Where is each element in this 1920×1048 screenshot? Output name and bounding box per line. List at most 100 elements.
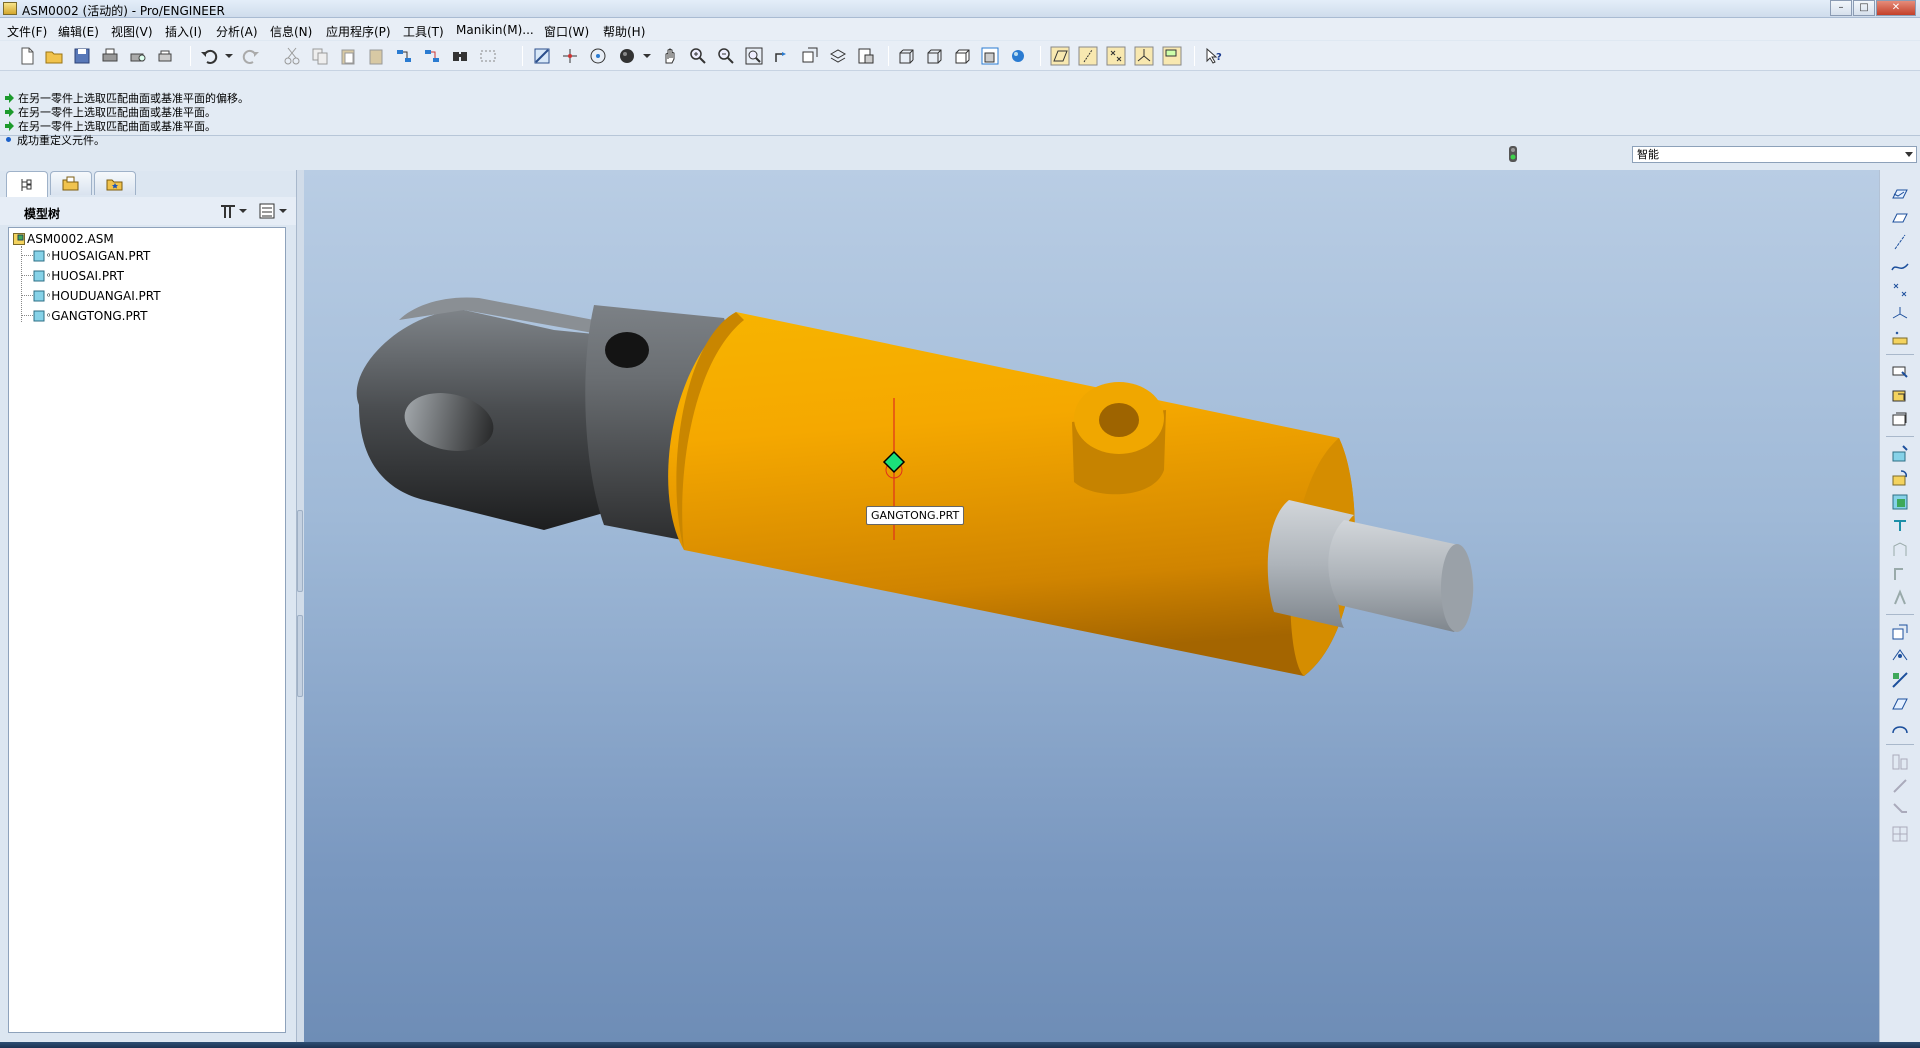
extend-tool-icon[interactable]: [1890, 800, 1910, 820]
shading-icon[interactable]: [618, 46, 638, 66]
copy-icon[interactable]: [310, 46, 330, 66]
csys-display-icon[interactable]: [1134, 46, 1154, 66]
assemble-component-icon[interactable]: [1890, 362, 1910, 382]
shaded-view-icon[interactable]: [980, 46, 1000, 66]
no-hidden-icon[interactable]: [952, 46, 972, 66]
datum-plane-icon[interactable]: [1890, 208, 1910, 228]
context-help-icon[interactable]: ?: [1204, 46, 1224, 66]
tree-item[interactable]: ⁰ GANGTONG.PRT: [33, 308, 147, 324]
spin-center-icon[interactable]: [588, 46, 608, 66]
menu-tools[interactable]: 工具(T): [403, 23, 444, 40]
menu-window[interactable]: 窗口(W): [544, 23, 589, 40]
cut-icon[interactable]: [282, 46, 302, 66]
regenerate-icon[interactable]: [394, 46, 414, 66]
hole-tool-icon[interactable]: [1890, 516, 1910, 536]
offset-tool-icon[interactable]: [1890, 718, 1910, 738]
sketch-icon[interactable]: [532, 46, 552, 66]
view-manager-icon[interactable]: [856, 46, 876, 66]
shading-dropdown-icon[interactable]: [638, 46, 658, 66]
datum-axis-icon[interactable]: [560, 46, 580, 66]
assembly-model[interactable]: [304, 170, 1879, 1042]
refit-icon[interactable]: [744, 46, 764, 66]
tab-folder-browser[interactable]: [50, 171, 92, 195]
revolve-tool-icon[interactable]: [1890, 468, 1910, 488]
tab-favorites[interactable]: [94, 171, 136, 195]
menu-info[interactable]: 信息(N): [270, 23, 312, 40]
layers-icon[interactable]: [828, 46, 848, 66]
piston-rod-end[interactable]: [1441, 544, 1473, 632]
tree-root[interactable]: ASM0002.ASM: [13, 231, 114, 247]
tree-item[interactable]: ⁰ HUOSAIGAN.PRT: [33, 248, 150, 264]
undo-icon[interactable]: [199, 46, 219, 66]
print-preview-icon[interactable]: [128, 46, 148, 66]
datum-plane-display-icon[interactable]: [1050, 46, 1070, 66]
save-icon[interactable]: [72, 46, 92, 66]
menu-insert[interactable]: 插入(I): [165, 23, 202, 40]
cylinder-barrel[interactable]: [668, 312, 1355, 676]
extrude-tool-icon[interactable]: [1890, 444, 1910, 464]
wireframe-icon[interactable]: [896, 46, 916, 66]
minimize-button[interactable]: –: [1830, 0, 1852, 16]
reorient-icon[interactable]: [772, 46, 792, 66]
menu-manikin[interactable]: Manikin(M)...: [456, 23, 534, 37]
graphics-window[interactable]: GANGTONG.PRT: [304, 170, 1879, 1042]
menu-view[interactable]: 视图(V): [111, 23, 153, 40]
paste-icon[interactable]: [338, 46, 358, 66]
email-icon[interactable]: [156, 46, 176, 66]
analysis-feature-icon[interactable]: [1890, 328, 1910, 348]
tree-item[interactable]: ⁰ HOUDUANGAI.PRT: [33, 288, 161, 304]
grid-tool-icon[interactable]: [1890, 824, 1910, 844]
datum-curve-icon[interactable]: [1890, 256, 1910, 276]
tree-item[interactable]: ⁰ HUOSAI.PRT: [33, 268, 124, 284]
port-hole[interactable]: [1099, 403, 1139, 437]
zoom-out-icon[interactable]: [716, 46, 736, 66]
redo-icon[interactable]: [241, 46, 261, 66]
annotation-display-icon[interactable]: [1162, 46, 1182, 66]
datum-axis-tool-icon[interactable]: [1890, 232, 1910, 252]
find-icon[interactable]: [450, 46, 470, 66]
menu-applications[interactable]: 应用程序(P): [326, 23, 391, 40]
new-file-icon[interactable]: [17, 46, 37, 66]
datum-point-tool-icon[interactable]: [1890, 280, 1910, 300]
pattern-tool-icon[interactable]: [1890, 694, 1910, 714]
splitter-grip[interactable]: [297, 510, 303, 592]
open-folder-icon[interactable]: [44, 46, 64, 66]
mirror-tool-icon[interactable]: [1890, 670, 1910, 690]
enhanced-realism-icon[interactable]: [1008, 46, 1028, 66]
menu-help[interactable]: 帮助(H): [603, 23, 645, 40]
menu-analysis[interactable]: 分析(A): [216, 23, 258, 40]
rib-tool-icon[interactable]: [1890, 564, 1910, 584]
package-component-icon[interactable]: [1890, 410, 1910, 430]
hidden-line-icon[interactable]: [924, 46, 944, 66]
create-component-icon[interactable]: [1890, 386, 1910, 406]
round-tool-icon[interactable]: [1890, 622, 1910, 642]
panel-splitter[interactable]: [296, 170, 304, 1042]
saved-views-icon[interactable]: [800, 46, 820, 66]
shell-tool-icon[interactable]: [1890, 540, 1910, 560]
print-icon[interactable]: [100, 46, 120, 66]
menu-file[interactable]: 文件(F): [7, 23, 47, 40]
csys-tool-icon[interactable]: [1890, 304, 1910, 324]
pan-hand-icon[interactable]: [660, 46, 680, 66]
trim-tool-icon[interactable]: [1890, 776, 1910, 796]
select-box-icon[interactable]: [478, 46, 498, 66]
undo-dropdown-icon[interactable]: [221, 46, 241, 66]
tree-settings-button[interactable]: [218, 201, 252, 221]
tree-show-button[interactable]: [258, 201, 292, 221]
end-cap-hole[interactable]: [605, 332, 649, 368]
regenerate-manager-icon[interactable]: [422, 46, 442, 66]
menu-edit[interactable]: 编辑(E): [58, 23, 99, 40]
datum-axis-display-icon[interactable]: [1078, 46, 1098, 66]
chamfer-tool-icon[interactable]: [1890, 646, 1910, 666]
zoom-in-icon[interactable]: [688, 46, 708, 66]
merge-tool-icon[interactable]: [1890, 752, 1910, 772]
sweep-tool-icon[interactable]: [1890, 492, 1910, 512]
tab-model-tree[interactable]: [6, 171, 48, 197]
datum-plane-tool-icon[interactable]: [1890, 184, 1910, 204]
maximize-button[interactable]: □: [1853, 0, 1875, 16]
selection-filter-dropdown[interactable]: 智能: [1632, 146, 1917, 163]
close-button[interactable]: ✕: [1876, 0, 1916, 16]
datum-point-display-icon[interactable]: [1106, 46, 1126, 66]
draft-tool-icon[interactable]: [1890, 588, 1910, 608]
splitter-grip[interactable]: [297, 615, 303, 697]
